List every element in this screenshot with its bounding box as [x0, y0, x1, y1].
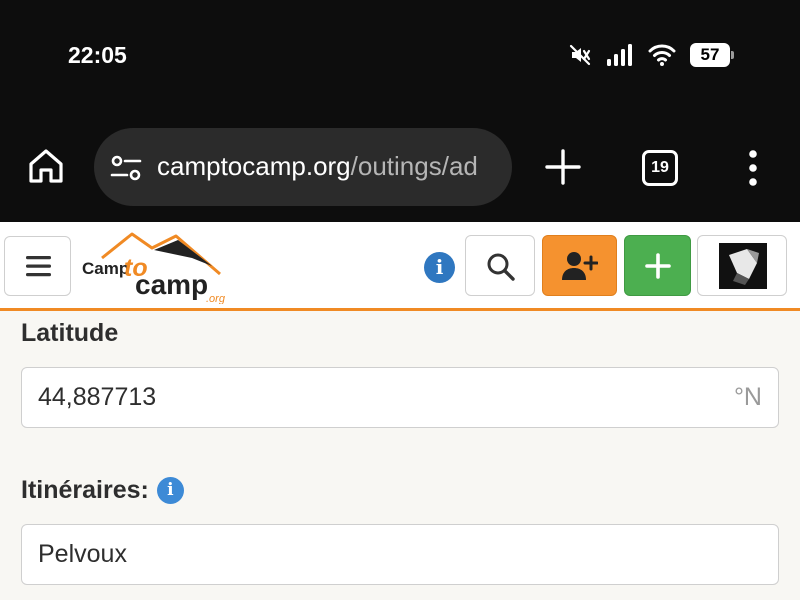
url-domain: camptocamp.org: [157, 151, 351, 181]
mute-icon: [569, 44, 591, 66]
itineraries-label-row: Itinéraires: i: [21, 476, 184, 505]
web-page: Camp to camp .org i Latitude 44,887713 °…: [0, 222, 800, 600]
signal-icon: [607, 44, 632, 66]
user-plus-icon: [562, 252, 598, 280]
camptocamp-logo[interactable]: Camp to camp .org: [80, 228, 230, 304]
url-text[interactable]: camptocamp.org/outings/ad: [157, 151, 478, 182]
status-time: 22:05: [68, 42, 127, 68]
hamburger-icon: [26, 256, 51, 277]
logo-camp-bottom: camp: [135, 269, 208, 300]
status-icons: 57: [568, 43, 734, 67]
battery-level: 57: [690, 43, 730, 67]
add-button[interactable]: [624, 235, 691, 296]
latitude-value: 44,887713: [38, 383, 157, 411]
signup-button[interactable]: [542, 235, 617, 296]
site-header: Camp to camp .org i: [0, 222, 800, 311]
status-bar: 22:05 57: [0, 0, 800, 110]
logo-camp-top: Camp: [82, 259, 129, 278]
menu-button[interactable]: [4, 236, 71, 296]
plus-icon[interactable]: [544, 148, 582, 186]
wifi-icon: [648, 44, 676, 66]
itineraries-value: Pelvoux: [38, 540, 127, 568]
latitude-label: Latitude: [21, 319, 119, 347]
address-bar[interactable]: camptocamp.org/outings/ad: [94, 128, 512, 206]
battery-icon: 57: [690, 43, 734, 67]
home-icon[interactable]: [26, 146, 66, 186]
search-icon: [487, 253, 515, 281]
url-path: /outings/ad: [350, 151, 478, 181]
more-vert-icon[interactable]: [738, 148, 768, 188]
tab-switcher-button[interactable]: 19: [642, 150, 678, 186]
latitude-input[interactable]: 44,887713 °N: [21, 367, 779, 428]
search-button[interactable]: [465, 235, 535, 296]
plus-icon: [645, 253, 671, 279]
avatar: [719, 243, 767, 289]
itineraries-label: Itinéraires:: [21, 476, 149, 504]
logo-suffix: .org: [206, 293, 226, 304]
user-avatar-button[interactable]: [697, 235, 787, 296]
info-icon[interactable]: i: [156, 477, 184, 504]
latitude-unit: °N: [733, 383, 762, 411]
browser-toolbar: camptocamp.org/outings/ad 19: [0, 110, 800, 222]
info-icon[interactable]: i: [424, 252, 455, 283]
itineraries-input[interactable]: Pelvoux: [21, 524, 779, 585]
site-settings-icon[interactable]: [110, 153, 142, 183]
